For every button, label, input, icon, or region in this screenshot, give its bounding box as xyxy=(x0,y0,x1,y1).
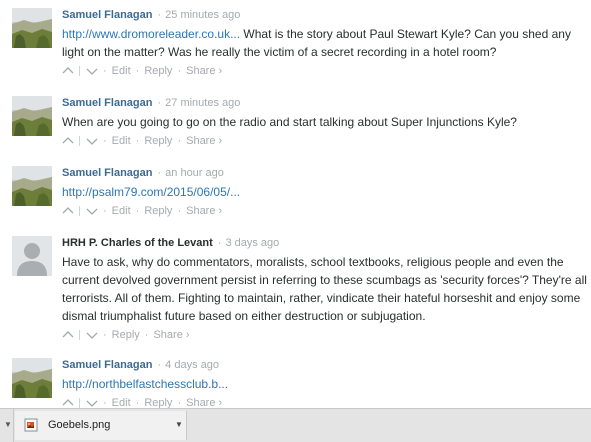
share-button[interactable]: Share › xyxy=(186,134,222,148)
edit-button[interactable]: Edit xyxy=(112,64,131,78)
downvote-icon[interactable] xyxy=(86,330,98,340)
caret-down-icon: ▼ xyxy=(4,420,12,429)
comment-author[interactable]: Samuel Flanagan xyxy=(62,359,152,371)
download-file-name: Goebels.png xyxy=(48,419,111,431)
upvote-icon[interactable] xyxy=(62,398,74,408)
meta-bullet: · xyxy=(135,205,140,218)
comment-text: http://www.dromoreleader.co.uk... What i… xyxy=(62,25,587,61)
downvote-icon[interactable] xyxy=(86,206,98,216)
landscape-avatar-image xyxy=(12,166,52,206)
meta-bullet: · xyxy=(157,97,162,109)
reply-button[interactable]: Reply xyxy=(144,204,172,218)
upvote-icon[interactable] xyxy=(62,136,74,146)
meta-bullet: · xyxy=(177,205,182,218)
downvote-icon[interactable] xyxy=(86,66,98,76)
avatar[interactable] xyxy=(12,96,52,136)
comment-list: Samuel Flanagan · 25 minutes ago http://ww… xyxy=(0,0,591,408)
share-button[interactable]: Share › xyxy=(186,396,222,408)
vote-divider xyxy=(79,206,80,217)
download-bar-scroll-left[interactable]: ▼ xyxy=(0,409,14,442)
download-bar: ▼ Goebels.png ▼ xyxy=(0,408,591,442)
comment-link[interactable]: http://www.dromoreleader.co.uk... xyxy=(62,27,240,41)
download-options-caret-icon[interactable]: ▼ xyxy=(175,420,183,429)
comment-footer: · Edit · Reply · Share › xyxy=(62,64,587,78)
comment-text: Have to ask, why do commentators, morali… xyxy=(62,253,587,325)
vote-divider xyxy=(79,136,80,147)
comment-timestamp[interactable]: 4 days ago xyxy=(165,359,219,371)
avatar[interactable] xyxy=(12,8,52,48)
landscape-avatar-image xyxy=(12,8,52,48)
edit-button[interactable]: Edit xyxy=(112,204,131,218)
share-button[interactable]: Share › xyxy=(186,204,222,218)
comment-author[interactable]: Samuel Flanagan xyxy=(62,9,152,21)
edit-button[interactable]: Edit xyxy=(112,134,131,148)
comment-text: http://psalm79.com/2015/06/05/... xyxy=(62,183,587,201)
comment-footer: · Edit · Reply · Share › xyxy=(62,204,587,218)
comment-timestamp[interactable]: 25 minutes ago xyxy=(165,9,240,21)
meta-bullet: · xyxy=(103,135,107,148)
comment-author[interactable]: HRH P. Charles of the Levant xyxy=(62,237,213,249)
avatar[interactable] xyxy=(12,236,52,276)
reply-button[interactable]: Reply xyxy=(144,396,172,408)
vote-divider xyxy=(79,398,80,408)
avatar[interactable] xyxy=(12,166,52,206)
downvote-icon[interactable] xyxy=(86,398,98,408)
meta-bullet: · xyxy=(135,135,140,148)
download-item[interactable]: Goebels.png ▼ xyxy=(15,411,187,440)
comment-author[interactable]: Samuel Flanagan xyxy=(62,97,152,109)
default-user-avatar-icon xyxy=(12,236,52,276)
avatar[interactable] xyxy=(12,358,52,398)
meta-bullet: · xyxy=(157,359,162,371)
comment-link[interactable]: http://northbelfastchessclub.b... xyxy=(62,377,228,391)
reply-button[interactable]: Reply xyxy=(144,64,172,78)
vote-divider xyxy=(79,330,80,341)
landscape-avatar-image xyxy=(12,96,52,136)
share-button[interactable]: Share › xyxy=(186,64,222,78)
comment-body: When are you going to go on the radio an… xyxy=(62,115,517,129)
vote-divider xyxy=(79,66,80,77)
meta-bullet: · xyxy=(177,65,182,78)
comment-timestamp[interactable]: an hour ago xyxy=(165,167,224,179)
meta-bullet: · xyxy=(103,329,107,342)
meta-bullet: · xyxy=(103,205,107,218)
comment-footer: · Edit · Reply · Share › xyxy=(62,134,587,148)
comment-footer: · Edit · Reply · Share › xyxy=(62,396,587,408)
share-button[interactable]: Share › xyxy=(153,328,189,342)
meta-bullet: · xyxy=(135,397,140,408)
reply-button[interactable]: Reply xyxy=(144,134,172,148)
comment-text: http://northbelfastchessclub.b... xyxy=(62,375,587,393)
meta-bullet: · xyxy=(103,397,107,408)
meta-bullet: · xyxy=(157,9,162,21)
meta-bullet: · xyxy=(177,397,182,408)
meta-bullet: · xyxy=(135,65,140,78)
meta-bullet: · xyxy=(103,65,107,78)
upvote-icon[interactable] xyxy=(62,330,74,340)
comment-author[interactable]: Samuel Flanagan xyxy=(62,167,152,179)
image-file-icon xyxy=(24,418,38,432)
upvote-icon[interactable] xyxy=(62,66,74,76)
comment-timestamp[interactable]: 27 minutes ago xyxy=(165,97,240,109)
comment-footer: · Reply · Share › xyxy=(62,328,587,342)
meta-bullet: · xyxy=(144,329,149,342)
landscape-avatar-image xyxy=(12,358,52,398)
comment-timestamp[interactable]: 3 days ago xyxy=(225,237,279,249)
meta-bullet: · xyxy=(177,135,182,148)
comment-body: Have to ask, why do commentators, morali… xyxy=(62,255,587,323)
comment-text: When are you going to go on the radio an… xyxy=(62,113,587,131)
upvote-icon[interactable] xyxy=(62,206,74,216)
meta-bullet: · xyxy=(157,167,162,179)
downvote-icon[interactable] xyxy=(86,136,98,146)
meta-bullet: · xyxy=(217,237,222,249)
comment-link[interactable]: http://psalm79.com/2015/06/05/... xyxy=(62,185,240,199)
edit-button[interactable]: Edit xyxy=(112,396,131,408)
reply-button[interactable]: Reply xyxy=(112,328,140,342)
